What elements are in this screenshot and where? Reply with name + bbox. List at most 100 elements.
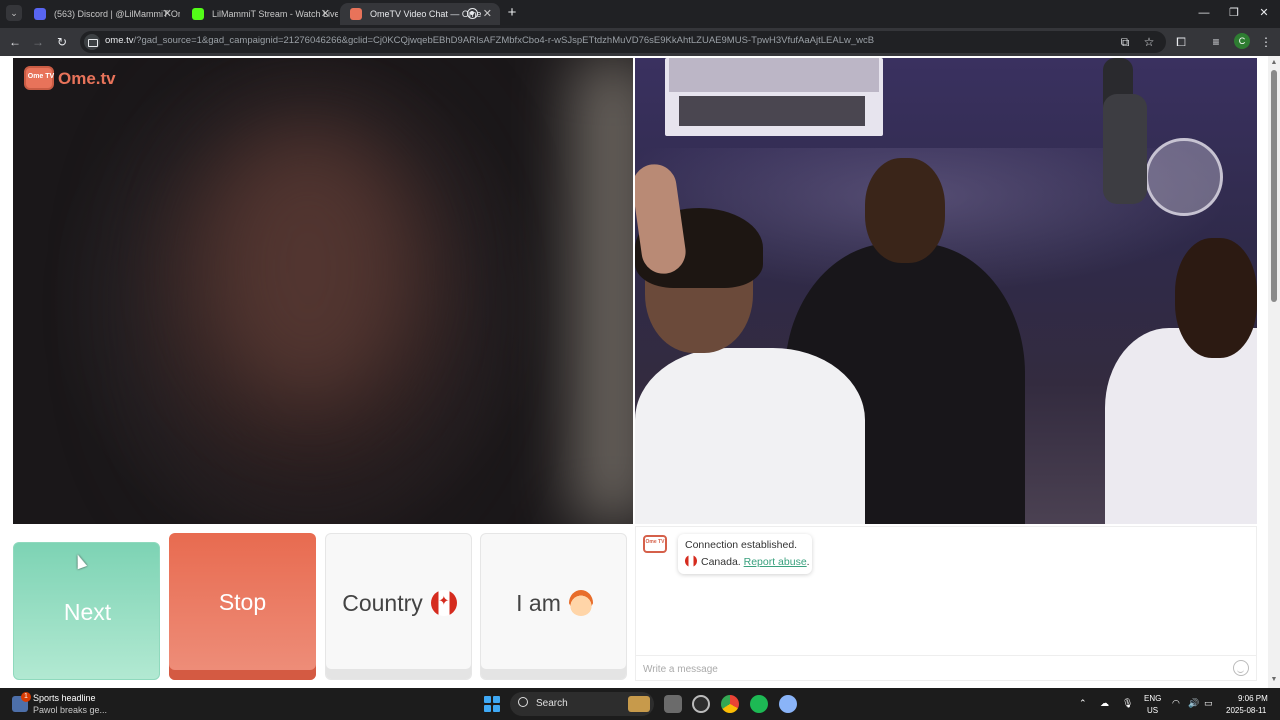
news-subtitle[interactable]: Pawol breaks ge... bbox=[33, 705, 107, 715]
person-right-body bbox=[1105, 328, 1257, 524]
country-button[interactable]: Country bbox=[325, 533, 472, 680]
local-video bbox=[13, 58, 633, 524]
search-label: Search bbox=[536, 698, 568, 709]
restore-icon[interactable]: ❐ bbox=[1223, 4, 1245, 22]
browser-toolbar: ← → ↻ ome.tv/?gad_source=1&gad_campaigni… bbox=[0, 28, 1280, 56]
url-text[interactable]: ome.tv/?gad_source=1&gad_campaignid=2127… bbox=[105, 35, 1105, 46]
iam-label: I am bbox=[516, 590, 561, 616]
boy-face-icon bbox=[568, 590, 593, 616]
connection-message: Connection established. bbox=[685, 539, 798, 551]
scroll-up-arrow-icon[interactable]: ▲ bbox=[1270, 59, 1278, 67]
minimize-icon[interactable]: — bbox=[1193, 4, 1215, 22]
scroll-down-arrow-icon[interactable]: ▼ bbox=[1270, 676, 1278, 684]
emoji-smiley-icon[interactable] bbox=[1233, 660, 1249, 676]
ometv-chat-avatar-icon: Ome TV bbox=[643, 535, 667, 553]
report-abuse-link[interactable]: Report abuse bbox=[744, 556, 807, 568]
cast-icon[interactable]: ⧉ bbox=[1116, 33, 1134, 51]
tab-title: (563) Discord | @LilMammiT Or bbox=[54, 9, 180, 19]
clock-time[interactable]: 9:06 PM bbox=[1238, 694, 1268, 703]
canada-flag-icon bbox=[430, 590, 457, 616]
extensions-puzzle-icon[interactable]: ⧠ bbox=[1172, 33, 1190, 51]
tab-title: OmeTV Video Chat — Ome bbox=[370, 9, 482, 19]
next-button[interactable]: Next bbox=[13, 542, 160, 680]
message-input[interactable] bbox=[643, 661, 1223, 677]
stop-button[interactable]: Stop bbox=[169, 533, 316, 680]
back-arrow-icon[interactable]: ← bbox=[6, 33, 24, 51]
tab-strip: ⌄ (563) Discord | @LilMammiT Or ✕ LilMam… bbox=[0, 0, 1280, 28]
clock-date[interactable]: 2025-08-11 bbox=[1226, 706, 1266, 715]
person-right-head bbox=[1175, 238, 1257, 358]
scroll-thumb[interactable] bbox=[1271, 70, 1277, 302]
system-message: Connection established. Canada. Report a… bbox=[678, 534, 812, 574]
tab-title: LilMammiT Stream - Watch Live bbox=[212, 9, 338, 19]
discord-favicon-icon bbox=[34, 8, 46, 20]
report-suffix: . bbox=[806, 556, 810, 568]
partner-country: Canada. bbox=[701, 556, 741, 568]
tab-close-icon[interactable]: ✕ bbox=[483, 3, 492, 25]
close-window-icon[interactable]: ✕ bbox=[1253, 4, 1275, 22]
volume-icon[interactable]: 🔊 bbox=[1188, 698, 1199, 709]
forward-arrow-icon[interactable]: → bbox=[29, 33, 47, 51]
site-camera-icon[interactable] bbox=[84, 34, 100, 50]
reload-icon[interactable]: ↻ bbox=[53, 33, 71, 51]
tab-stream[interactable]: LilMammiT Stream - Watch Live ✕ bbox=[182, 3, 338, 25]
windows-start-icon[interactable] bbox=[484, 696, 500, 712]
studio-microphone bbox=[1103, 94, 1147, 204]
country-label: Country bbox=[342, 590, 423, 616]
desk-fan bbox=[1145, 138, 1223, 216]
canada-flag-icon bbox=[685, 555, 697, 567]
keyboard-layout[interactable]: US bbox=[1147, 706, 1158, 715]
window-blind bbox=[669, 58, 879, 92]
menu-kebab-icon[interactable]: ⋮ bbox=[1257, 33, 1275, 51]
logo-badge-text: Ome TV bbox=[27, 73, 55, 80]
address-bar[interactable]: ome.tv/?gad_source=1&gad_campaignid=2127… bbox=[80, 31, 1166, 53]
news-headline[interactable]: Sports headline bbox=[33, 693, 96, 703]
tab-search-chevron-icon[interactable]: ⌄ bbox=[6, 5, 22, 21]
new-tab-plus-icon[interactable]: + bbox=[504, 4, 520, 22]
wifi-icon[interactable]: ◠ bbox=[1172, 698, 1180, 709]
next-label: Next bbox=[63, 599, 112, 625]
language-code[interactable]: ENG bbox=[1144, 694, 1161, 703]
tab-close-icon[interactable]: ✕ bbox=[163, 3, 172, 25]
stop-label: Stop bbox=[218, 589, 267, 615]
taskbar-search[interactable]: Search bbox=[510, 692, 654, 716]
person-left-body bbox=[635, 348, 865, 524]
profile-avatar[interactable]: C bbox=[1234, 33, 1250, 49]
message-input-bar bbox=[636, 655, 1256, 681]
obs-studio-icon[interactable] bbox=[692, 695, 710, 713]
battery-icon[interactable]: ▭ bbox=[1204, 698, 1213, 709]
microphone-icon[interactable]: 🎙 bbox=[1122, 698, 1133, 709]
country-line: Canada. Report abuse. bbox=[685, 555, 810, 568]
search-icon bbox=[518, 697, 528, 707]
gender-button[interactable]: I am bbox=[480, 533, 627, 680]
bookmark-star-icon[interactable]: ☆ bbox=[1140, 33, 1158, 51]
tray-cloud-icon[interactable]: ☁ bbox=[1100, 698, 1109, 709]
chat-panel: Ome TV Connection established. Canada. R… bbox=[635, 526, 1257, 681]
logo-tv-icon: Ome TV bbox=[24, 66, 54, 90]
logo-wordmark: Ome.tv bbox=[58, 69, 116, 88]
remote-video bbox=[635, 58, 1257, 524]
media-queue-icon[interactable]: ≡ bbox=[1207, 33, 1225, 51]
file-explorer-icon[interactable] bbox=[664, 695, 682, 713]
blurred-wall bbox=[573, 58, 633, 524]
url-path: /?gad_source=1&gad_campaignid=2127604626… bbox=[133, 35, 875, 46]
chrome-icon[interactable] bbox=[721, 695, 739, 713]
url-host: ome.tv bbox=[105, 35, 134, 46]
kick-favicon-icon bbox=[192, 8, 204, 20]
news-badge: 1 bbox=[21, 692, 31, 702]
blurred-face bbox=[203, 128, 413, 408]
tab-ometv[interactable]: OmeTV Video Chat — Ome ✕ bbox=[340, 3, 500, 25]
person-middle-head bbox=[865, 158, 945, 263]
iam-label-wrap: I am bbox=[481, 590, 628, 617]
settings-gear-icon[interactable] bbox=[779, 695, 797, 713]
search-highlight-image bbox=[628, 696, 650, 712]
tab-close-icon[interactable]: ✕ bbox=[321, 3, 330, 25]
spotify-icon[interactable] bbox=[750, 695, 768, 713]
recording-indicator-icon bbox=[467, 8, 478, 19]
tab-discord[interactable]: (563) Discord | @LilMammiT Or ✕ bbox=[24, 3, 180, 25]
page-scrollbar[interactable]: ▲ ▼ bbox=[1268, 56, 1280, 688]
chat-avatar-text: Ome TV bbox=[645, 539, 665, 545]
ometv-favicon-icon bbox=[350, 8, 362, 20]
windows-taskbar: 1 Sports headline Pawol breaks ge... Sea… bbox=[0, 688, 1280, 720]
tray-chevron-up-icon[interactable]: ⌃ bbox=[1079, 698, 1087, 709]
